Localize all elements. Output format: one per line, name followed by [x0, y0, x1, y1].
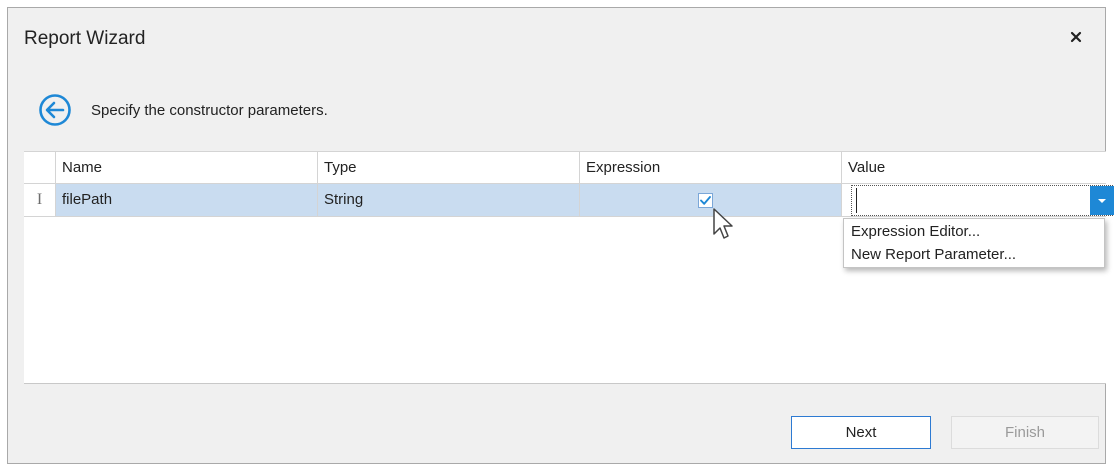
chevron-down-icon	[1098, 198, 1106, 203]
next-button[interactable]: Next	[791, 416, 931, 449]
column-header-name[interactable]: Name	[55, 152, 317, 183]
finish-button[interactable]: Finish	[951, 416, 1099, 449]
close-icon	[1070, 31, 1082, 43]
table-row[interactable]: I filePath String	[24, 184, 1114, 217]
row-indicator: I	[24, 184, 55, 216]
value-dropdown-button[interactable]	[1090, 186, 1114, 215]
close-button[interactable]	[1065, 26, 1087, 48]
column-header-value[interactable]: Value	[841, 152, 1106, 183]
menu-item-expression-editor[interactable]: Expression Editor...	[844, 221, 1104, 244]
column-header-type[interactable]: Type	[317, 152, 579, 183]
window-title: Report Wizard	[24, 28, 146, 49]
page-instruction: Specify the constructor parameters.	[91, 101, 328, 119]
cell-name[interactable]: filePath	[55, 184, 317, 216]
grid-header: Name Type Expression Value	[24, 152, 1106, 184]
value-input[interactable]	[856, 188, 1087, 213]
wizard-page-header: Specify the constructor parameters.	[38, 90, 328, 130]
value-dropdown-menu: Expression Editor... New Report Paramete…	[843, 218, 1105, 268]
value-combobox[interactable]	[851, 185, 1114, 216]
column-header-expression[interactable]: Expression	[579, 152, 841, 183]
menu-item-new-report-parameter[interactable]: New Report Parameter...	[844, 244, 1104, 267]
back-arrow-icon[interactable]	[38, 93, 72, 127]
expression-checkbox[interactable]	[698, 193, 713, 208]
title-bar: Report Wizard	[8, 8, 1105, 69]
cell-type[interactable]: String	[317, 184, 579, 216]
cell-expression[interactable]	[579, 184, 841, 216]
